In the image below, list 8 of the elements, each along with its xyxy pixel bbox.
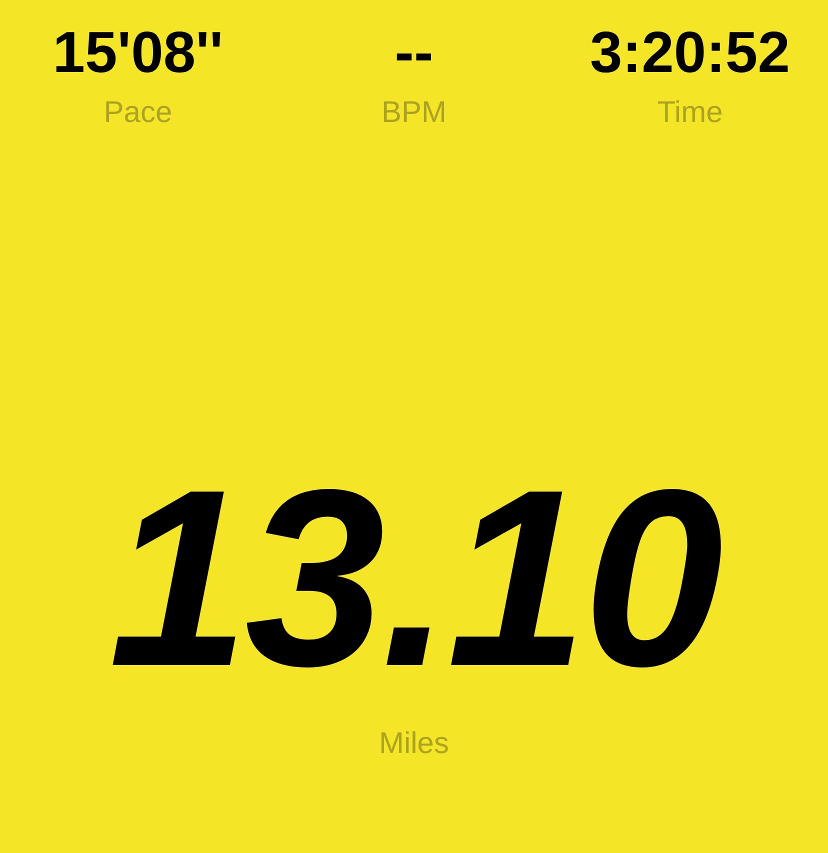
stat-value: 15'08'' bbox=[52, 24, 224, 82]
stat-label: Pace bbox=[104, 98, 172, 128]
stat-label: BPM bbox=[381, 98, 446, 128]
distance-value: 13.10 bbox=[108, 453, 720, 705]
distance-unit-label: Miles bbox=[378, 729, 449, 759]
stat-value: 3:20:52 bbox=[590, 24, 790, 82]
stat-value: -- bbox=[394, 24, 434, 82]
stat-label: Time bbox=[657, 98, 723, 128]
